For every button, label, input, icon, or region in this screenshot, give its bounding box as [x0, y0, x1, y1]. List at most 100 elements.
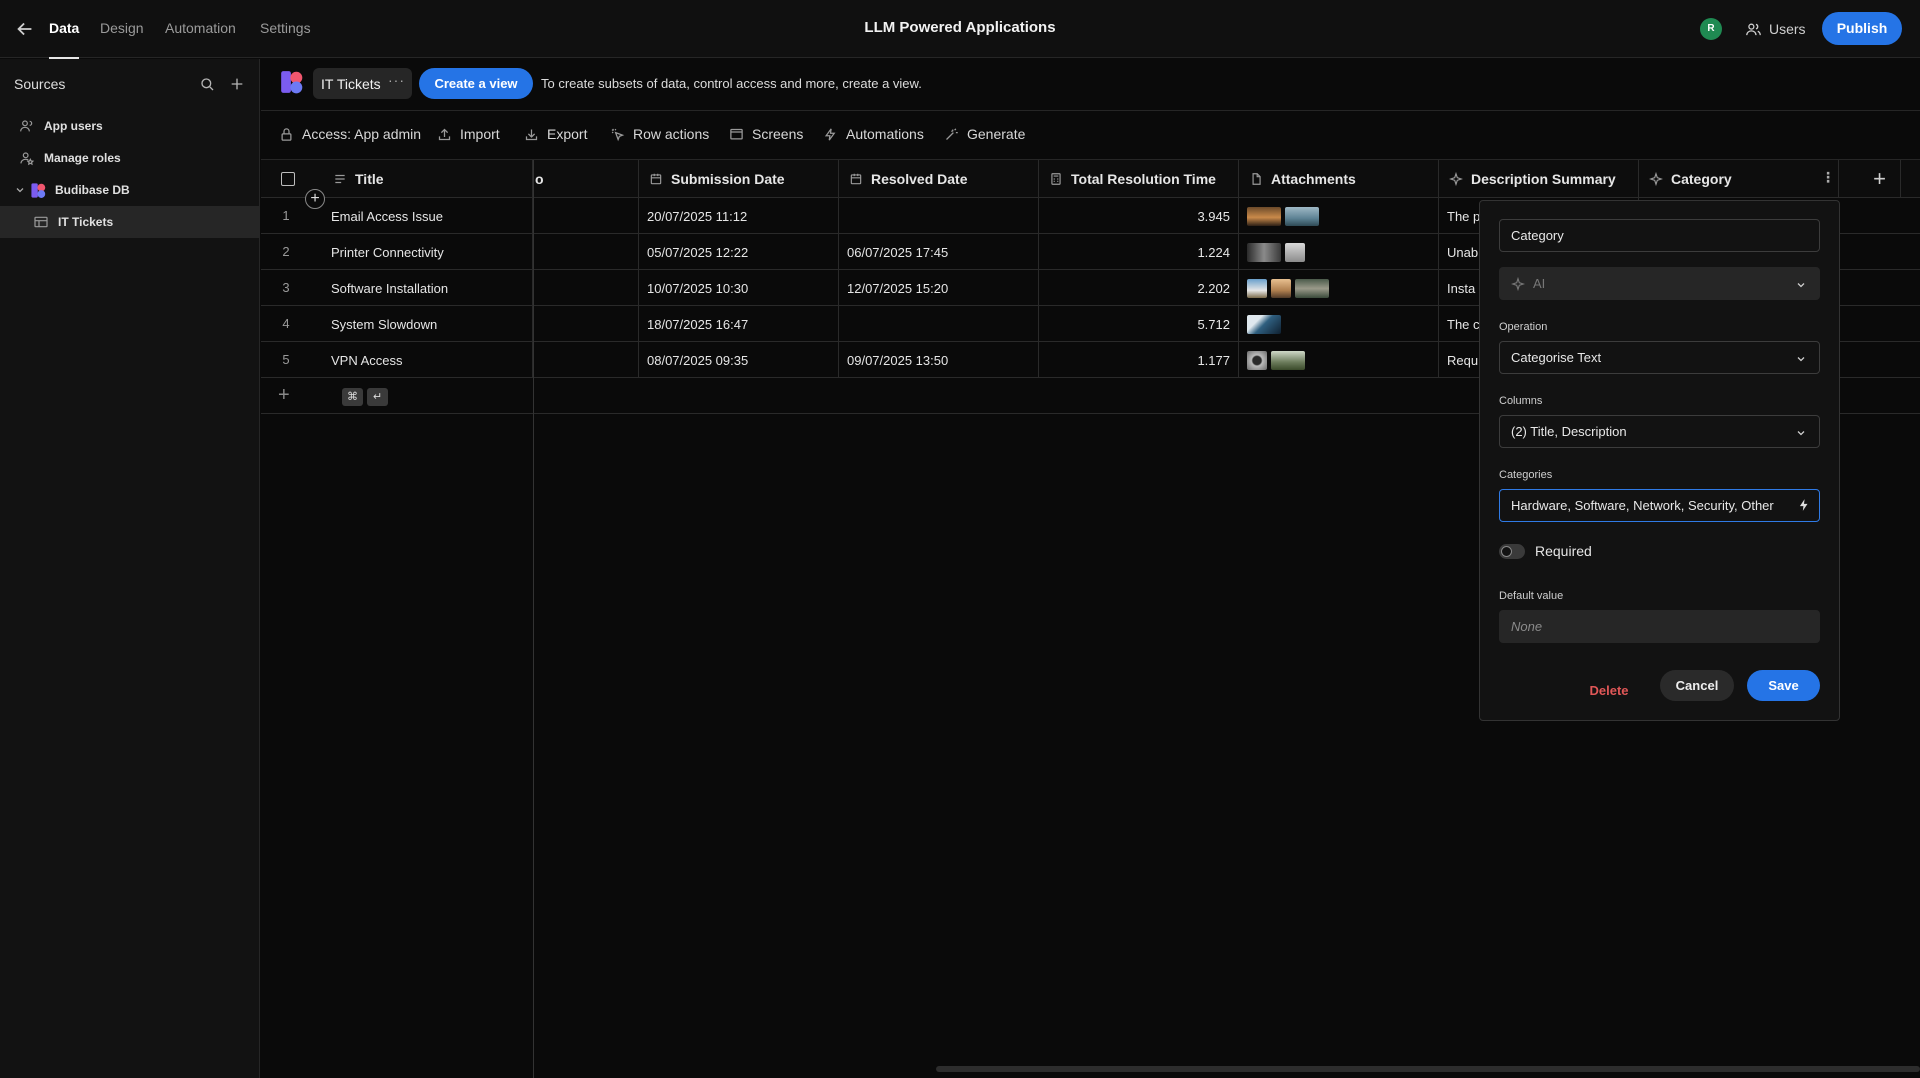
cancel-button[interactable]: Cancel — [1660, 670, 1734, 701]
attachment-thumbnail[interactable] — [1285, 242, 1305, 262]
back-arrow-icon[interactable] — [14, 18, 36, 40]
attachment-thumbnail[interactable] — [1295, 278, 1329, 298]
attachment-thumbnail[interactable] — [1247, 314, 1281, 334]
attachments-cell[interactable] — [1239, 198, 1439, 234]
sidebar-item-manage-roles[interactable]: Manage roles — [0, 142, 260, 174]
calendar-icon — [850, 173, 862, 185]
create-view-button[interactable]: Create a view — [419, 68, 533, 99]
attachments-cell[interactable] — [1239, 270, 1439, 306]
row-actions-button[interactable]: Row actions — [610, 126, 709, 142]
submission-date-cell[interactable]: 05/07/2025 12:22 — [639, 234, 839, 270]
nav-tab-design[interactable]: Design — [100, 20, 144, 36]
access-button[interactable]: Access: App admin — [279, 126, 421, 142]
resolved-date-cell[interactable]: 09/07/2025 13:50 — [839, 342, 1039, 378]
column-menu-icon[interactable]: ⋮ — [1821, 170, 1835, 184]
column-header-truncated[interactable]: o — [533, 160, 639, 198]
resolution-time-cell[interactable]: 3.945 — [1039, 198, 1239, 234]
column-header-resolved-date[interactable]: Resolved Date — [839, 160, 1039, 198]
nav-tab-data[interactable]: Data — [49, 20, 80, 59]
screens-label: Screens — [752, 126, 804, 142]
horizontal-scrollbar[interactable] — [936, 1066, 1920, 1072]
title-cell[interactable]: Email Access Issue — [323, 198, 533, 234]
title-cell[interactable]: VPN Access — [323, 342, 533, 378]
categories-input[interactable]: Hardware, Software, Network, Security, O… — [1499, 489, 1820, 522]
sidebar-item-label: Manage roles — [44, 151, 121, 165]
submission-date-cell[interactable]: 18/07/2025 16:47 — [639, 306, 839, 342]
column-header-title[interactable]: Title — [323, 160, 533, 198]
search-icon[interactable] — [199, 76, 215, 92]
chevron-down-icon[interactable] — [14, 184, 26, 196]
resolution-time-cell[interactable]: 1.177 — [1039, 342, 1239, 378]
export-label: Export — [547, 126, 588, 142]
add-column-icon[interactable]: + — [1859, 160, 1901, 198]
hidden-column-cell[interactable] — [533, 342, 639, 378]
sidebar-item-it-tickets[interactable]: IT Tickets — [0, 206, 260, 238]
submission-date-cell[interactable]: 08/07/2025 09:35 — [639, 342, 839, 378]
resolved-date-cell[interactable]: 12/07/2025 15:20 — [839, 270, 1039, 306]
attachment-thumbnail[interactable] — [1271, 278, 1291, 298]
title-cell[interactable]: Printer Connectivity — [323, 234, 533, 270]
column-header-label: Submission Date — [671, 171, 785, 187]
publish-button[interactable]: Publish — [1822, 12, 1902, 45]
table-action-bar: Access: App admin Import Export Row acti… — [261, 112, 1920, 160]
resolved-date-cell[interactable] — [839, 306, 1039, 342]
automations-label: Automations — [846, 126, 924, 142]
column-header-category[interactable]: Category ⋮ — [1639, 160, 1839, 198]
hidden-column-cell[interactable] — [533, 270, 639, 306]
attachments-cell[interactable] — [1239, 234, 1439, 270]
submission-date-cell[interactable]: 20/07/2025 11:12 — [639, 198, 839, 234]
column-name-input[interactable]: Category — [1499, 219, 1820, 252]
column-header-description-summary[interactable]: Description Summary — [1439, 160, 1639, 198]
operation-label: Operation — [1499, 321, 1548, 333]
users-button[interactable]: Users — [1745, 18, 1806, 40]
screens-button[interactable]: Screens — [729, 126, 803, 142]
enter-key: ↵ — [367, 388, 388, 406]
operation-select[interactable]: Categorise Text — [1499, 341, 1820, 374]
attachment-thumbnail[interactable] — [1271, 350, 1305, 370]
attachment-thumbnail[interactable] — [1285, 206, 1319, 226]
column-header-submission-date[interactable]: Submission Date — [639, 160, 839, 198]
user-avatar[interactable]: R — [1700, 18, 1722, 40]
nav-tab-settings[interactable]: Settings — [260, 20, 311, 36]
more-options-icon[interactable]: ··· — [388, 72, 405, 88]
export-button[interactable]: Export — [524, 126, 587, 142]
save-button[interactable]: Save — [1747, 670, 1820, 701]
nav-tab-automation[interactable]: Automation — [165, 20, 236, 36]
column-header-label: Attachments — [1271, 171, 1356, 187]
lightning-bolt-icon[interactable] — [1797, 498, 1811, 512]
resolution-time-cell[interactable]: 2.202 — [1039, 270, 1239, 306]
generate-button[interactable]: Generate — [944, 126, 1025, 142]
add-source-icon[interactable] — [229, 76, 245, 92]
automations-button[interactable]: Automations — [823, 126, 924, 142]
submission-date-cell[interactable]: 10/07/2025 10:30 — [639, 270, 839, 306]
select-all-checkbox[interactable] — [281, 172, 295, 186]
import-button[interactable]: Import — [437, 126, 500, 142]
required-toggle[interactable] — [1499, 544, 1525, 559]
calculator-icon — [1051, 173, 1061, 185]
sidebar-item-budibase-db[interactable]: Budibase DB — [0, 174, 260, 206]
column-header-total-resolution-time[interactable]: Total Resolution Time — [1039, 160, 1239, 198]
resolved-date-cell[interactable]: 06/07/2025 17:45 — [839, 234, 1039, 270]
hidden-column-cell[interactable] — [533, 234, 639, 270]
default-value-input[interactable]: None — [1499, 610, 1820, 643]
add-row-icon[interactable]: + — [278, 384, 290, 407]
sidebar-item-app-users[interactable]: App users — [0, 110, 260, 142]
title-cell[interactable]: Software Installation — [323, 270, 533, 306]
resolution-time-cell[interactable]: 1.224 — [1039, 234, 1239, 270]
attachment-thumbnail[interactable] — [1247, 206, 1281, 226]
hidden-column-cell[interactable] — [533, 198, 639, 234]
attachment-thumbnail[interactable] — [1247, 350, 1267, 370]
attachment-thumbnail[interactable] — [1247, 278, 1267, 298]
delete-button[interactable]: Delete — [1581, 675, 1637, 706]
attachment-thumbnail[interactable] — [1247, 242, 1281, 262]
resolved-date-cell[interactable] — [839, 198, 1039, 234]
column-header-attachments[interactable]: Attachments — [1239, 160, 1439, 198]
table-tab-it-tickets[interactable]: IT Tickets ··· — [313, 68, 412, 99]
attachments-cell[interactable] — [1239, 306, 1439, 342]
hidden-column-cell[interactable] — [533, 306, 639, 342]
title-cell[interactable]: System Slowdown — [323, 306, 533, 342]
resolution-time-cell[interactable]: 5.712 — [1039, 306, 1239, 342]
attachments-cell[interactable] — [1239, 342, 1439, 378]
columns-select[interactable]: (2) Title, Description — [1499, 415, 1820, 448]
column-type-select[interactable]: AI — [1499, 267, 1820, 300]
